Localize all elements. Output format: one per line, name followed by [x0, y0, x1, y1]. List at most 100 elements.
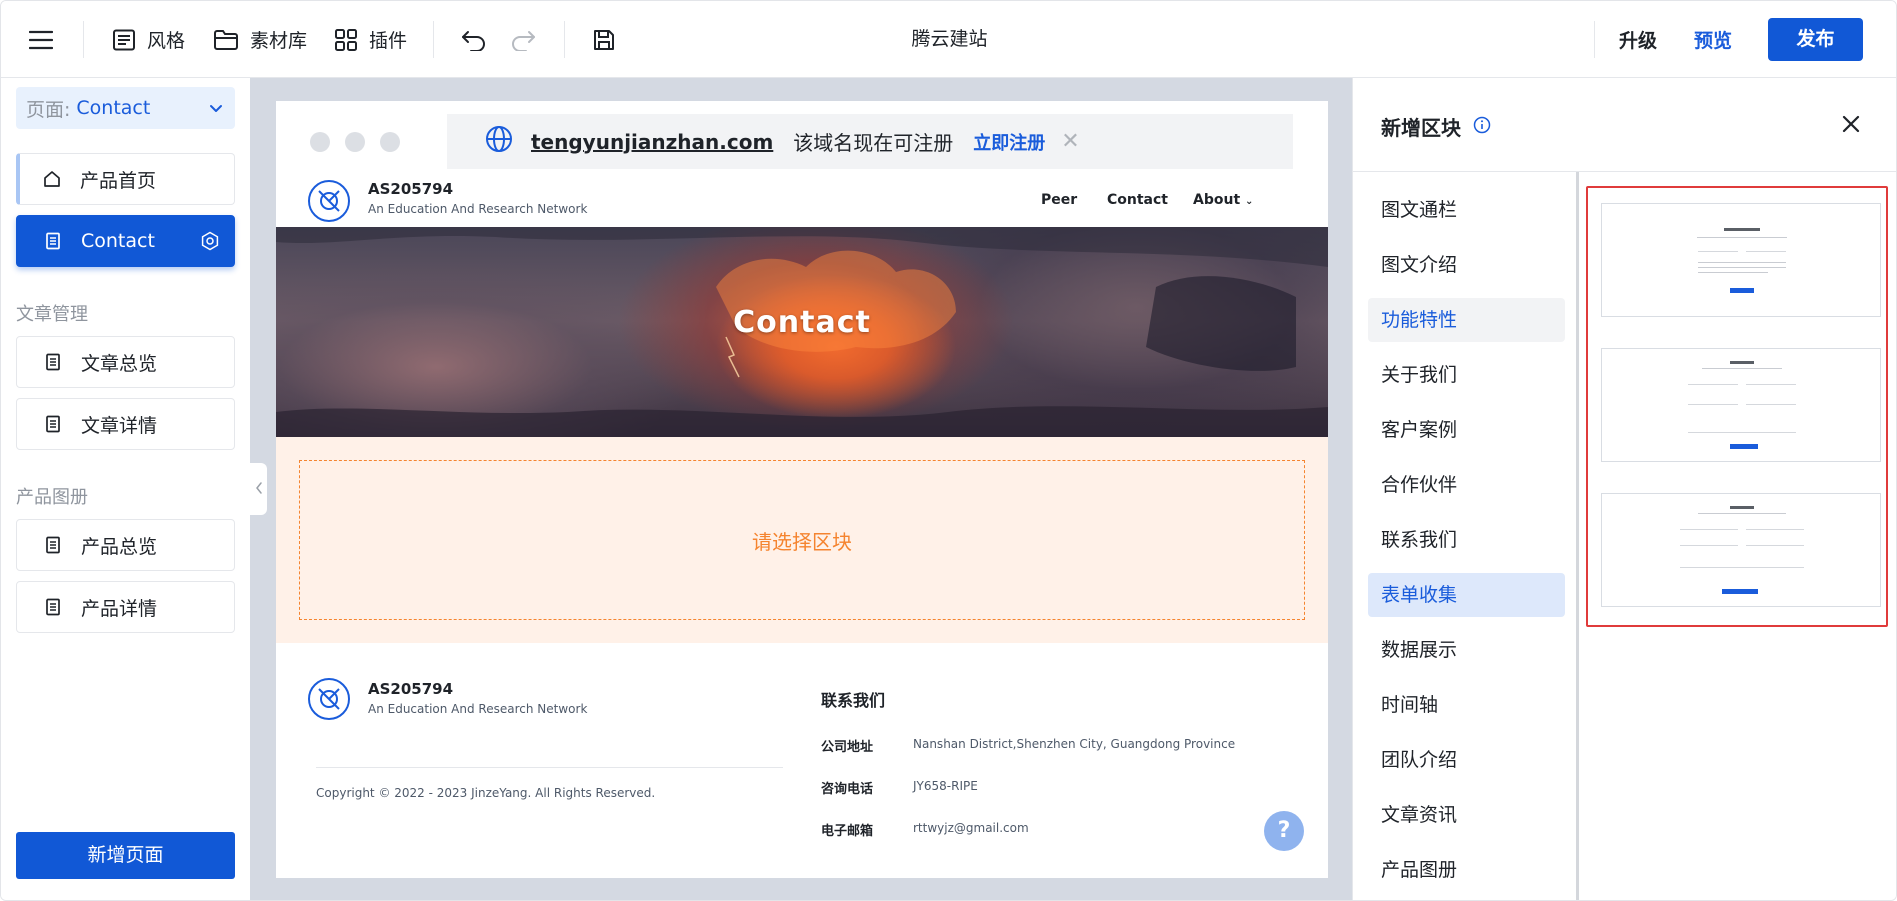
site-logo-icon	[308, 180, 350, 222]
home-icon	[42, 169, 62, 189]
sidebar-item-label: 文章详情	[81, 414, 158, 437]
sidebar-item-label: 产品首页	[80, 169, 157, 192]
globe-icon	[485, 125, 513, 158]
sidebar-item-home[interactable]: 产品首页	[16, 153, 235, 205]
site-subtitle: An Education And Research Network	[368, 202, 588, 216]
nav-link-label: About	[1193, 192, 1241, 208]
category-item[interactable]: 团队介绍	[1368, 738, 1565, 782]
sidebar-item-article-detail[interactable]: 文章详情	[16, 398, 235, 450]
category-scrollbar[interactable]	[1576, 172, 1579, 900]
document-icon	[43, 231, 63, 251]
footer-email-label: 电子邮箱	[821, 824, 874, 839]
select-block-text: 请选择区块	[752, 529, 852, 554]
site-name: AS205794	[368, 180, 454, 198]
sidebar-item-product-overview[interactable]: 产品总览	[16, 519, 235, 571]
category-item-selected[interactable]: 表单收集	[1368, 573, 1565, 617]
save-icon[interactable]	[592, 1, 616, 78]
top-toolbar: 风格 素材库 插件 腾云建站 升级 预览 发布	[1, 1, 1896, 78]
footer-address-value: Nanshan District,Shenzhen City, Guangdon…	[913, 737, 1236, 751]
document-icon	[43, 414, 63, 434]
footer-site-subtitle: An Education And Research Network	[368, 702, 588, 716]
collapse-sidebar-handle[interactable]	[250, 463, 267, 515]
close-panel-icon[interactable]	[1841, 114, 1861, 138]
window-dot	[345, 132, 365, 152]
sidebar-item-label: 产品总览	[81, 535, 158, 558]
upgrade-button[interactable]: 升级	[1619, 26, 1657, 53]
undo-icon[interactable]	[461, 1, 487, 78]
toolbar-divider	[564, 21, 565, 58]
chevron-down-icon	[209, 99, 223, 121]
redo-icon[interactable]	[510, 1, 536, 78]
style-button[interactable]: 风格	[112, 1, 185, 78]
add-block-panel: 新增区块 图文通栏 图文介绍 功能特性 关于我们 客户案例 合作伙伴 联系我们 …	[1352, 78, 1896, 900]
style-label: 风格	[147, 30, 186, 52]
document-icon	[43, 352, 63, 372]
domain-banner: tengyunjianzhan.com 该域名现在可注册 立即注册 ✕	[447, 114, 1293, 169]
category-item[interactable]: 图文通栏	[1368, 188, 1565, 232]
page-selector-value: Contact	[76, 97, 151, 119]
panel-title-text: 新增区块	[1381, 116, 1461, 140]
nav-link-contact[interactable]: Contact	[1107, 192, 1168, 208]
chevron-left-icon	[255, 480, 263, 499]
assets-button[interactable]: 素材库	[213, 1, 307, 78]
sidebar-item-product-detail[interactable]: 产品详情	[16, 581, 235, 633]
domain-name[interactable]: tengyunjianzhan.com	[531, 130, 773, 154]
help-button[interactable]: ?	[1264, 811, 1304, 851]
hero-title: Contact	[733, 305, 871, 340]
category-item[interactable]: 文章资讯	[1368, 793, 1565, 837]
page-preview: tengyunjianzhan.com 该域名现在可注册 立即注册 ✕ AS20…	[276, 101, 1328, 878]
document-icon	[43, 535, 63, 555]
app-title: 腾云建站	[911, 28, 988, 50]
gear-icon[interactable]	[200, 231, 220, 256]
register-link[interactable]: 立即注册	[973, 129, 1045, 155]
form-template-thumbnail[interactable]	[1601, 493, 1881, 607]
category-item[interactable]: 数据展示	[1368, 628, 1565, 672]
select-block-placeholder[interactable]: 请选择区块	[299, 460, 1305, 620]
category-item[interactable]: 联系我们	[1368, 518, 1565, 562]
footer-contact-heading: 联系我们	[821, 691, 886, 710]
app-window: 风格 素材库 插件 腾云建站 升级 预览 发布 页面: Contact 产品首页…	[0, 0, 1897, 901]
toolbar-divider	[83, 21, 84, 58]
publish-button[interactable]: 发布	[1768, 18, 1863, 61]
preview-button[interactable]: 预览	[1694, 26, 1732, 53]
site-header: AS205794 An Education And Research Netwo…	[276, 176, 1328, 227]
footer-phone-label: 咨询电话	[821, 782, 874, 797]
category-item[interactable]: 合作伙伴	[1368, 463, 1565, 507]
menu-icon[interactable]	[29, 1, 53, 78]
category-item[interactable]: 产品图册	[1368, 848, 1565, 892]
category-item[interactable]: 图文介绍	[1368, 243, 1565, 287]
grid-icon	[334, 28, 358, 52]
category-item[interactable]: 功能特性	[1368, 298, 1565, 342]
category-item[interactable]: 关于我们	[1368, 353, 1565, 397]
folder-icon	[213, 29, 239, 51]
info-icon[interactable]	[1473, 115, 1491, 139]
new-page-button[interactable]: 新增页面	[16, 832, 235, 879]
sidebar-item-label: 产品详情	[81, 597, 158, 620]
page-selector[interactable]: 页面: Contact	[16, 87, 235, 129]
nav-link-about[interactable]: About ⌄	[1193, 192, 1253, 208]
footer-email-value: rttwyjz@gmail.com	[913, 821, 1029, 835]
sidebar-item-article-overview[interactable]: 文章总览	[16, 336, 235, 388]
nav-link-peer[interactable]: Peer	[1041, 192, 1077, 208]
footer-address-label: 公司地址	[821, 740, 874, 755]
chevron-down-icon: ⌄	[1245, 196, 1254, 207]
footer-copyright: Copyright © 2022 - 2023 JinzeYang. All R…	[316, 786, 656, 800]
footer-divider	[316, 767, 783, 768]
panel-divider	[1353, 171, 1896, 172]
plugins-button[interactable]: 插件	[334, 1, 407, 78]
plugins-label: 插件	[369, 30, 408, 52]
window-dot	[380, 132, 400, 152]
assets-label: 素材库	[250, 30, 308, 52]
left-sidebar: 页面: Contact 产品首页 Contact 文章管理 文章总览 文章详情 …	[1, 78, 250, 900]
close-banner-icon[interactable]: ✕	[1061, 129, 1079, 154]
document-icon	[43, 597, 63, 617]
form-template-thumbnail[interactable]	[1601, 203, 1881, 317]
sidebar-item-contact[interactable]: Contact	[16, 215, 235, 267]
toolbar-divider	[433, 21, 434, 58]
style-icon	[112, 29, 136, 51]
form-template-thumbnail[interactable]	[1601, 348, 1881, 462]
domain-message: 该域名现在可注册	[793, 131, 954, 155]
category-item[interactable]: 时间轴	[1368, 683, 1565, 727]
footer-logo-icon	[308, 678, 350, 720]
category-item[interactable]: 客户案例	[1368, 408, 1565, 452]
